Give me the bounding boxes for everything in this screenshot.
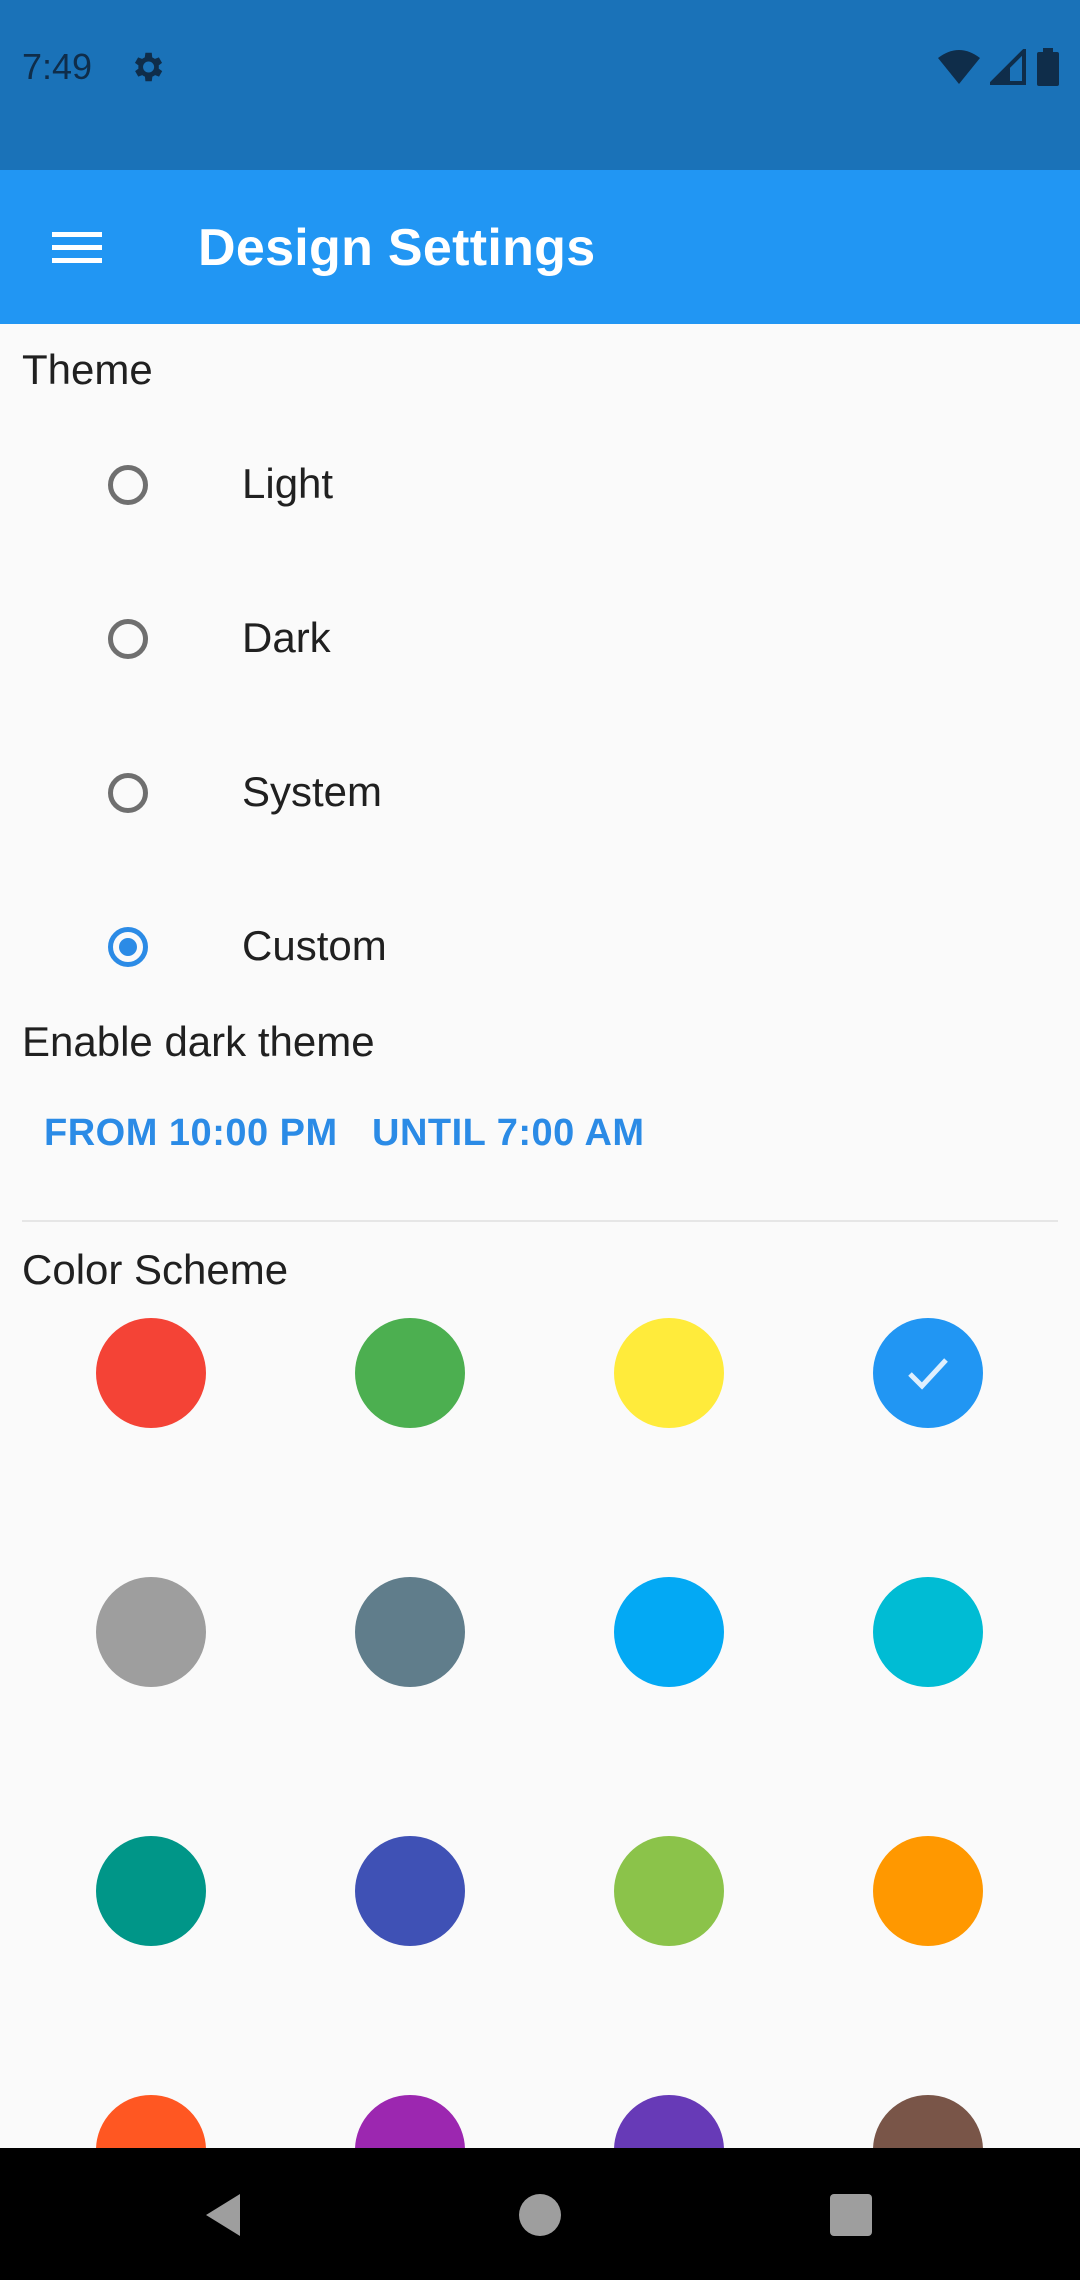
dark-theme-heading: Enable dark theme	[22, 1018, 375, 1065]
color-swatch[interactable]	[614, 2095, 724, 2148]
radio-label-dark: Dark	[242, 614, 331, 661]
color-scheme-heading: Color Scheme	[22, 1246, 289, 1293]
checkmark-icon	[908, 1358, 948, 1390]
color-swatch[interactable]	[96, 1577, 206, 1687]
color-swatch[interactable]	[355, 1577, 465, 1687]
color-swatch[interactable]	[355, 2095, 465, 2148]
navigation-bar	[0, 2148, 1080, 2280]
color-swatch[interactable]	[614, 1318, 724, 1428]
recents-icon[interactable]	[826, 2190, 876, 2240]
wifi-icon	[938, 50, 980, 84]
color-swatch[interactable]	[96, 1318, 206, 1428]
app-bar: Design Settings	[0, 170, 1080, 324]
settings-content: Theme Light Dark System Custom Enable da…	[0, 324, 1080, 2148]
color-swatch[interactable]	[873, 2095, 983, 2148]
status-time: 7:49	[22, 46, 93, 87]
color-swatch[interactable]	[873, 1577, 983, 1687]
color-swatch[interactable]	[96, 1836, 206, 1946]
hamburger-menu-icon[interactable]	[48, 220, 106, 274]
radio-system[interactable]	[108, 773, 148, 813]
page-title: Design Settings	[198, 219, 596, 277]
radio-label-light: Light	[242, 460, 334, 507]
color-swatch[interactable]	[96, 2095, 206, 2148]
back-icon[interactable]	[200, 2190, 250, 2240]
radio-dark[interactable]	[108, 619, 148, 659]
theme-option-custom[interactable]: Custom	[0, 870, 1080, 1024]
color-swatch[interactable]	[873, 1318, 983, 1428]
radio-label-custom: Custom	[242, 922, 387, 969]
signal-icon	[990, 49, 1026, 85]
theme-option-system[interactable]: System	[0, 716, 1080, 870]
section-divider	[22, 1220, 1058, 1222]
radio-custom[interactable]	[108, 927, 148, 967]
dark-theme-until-button[interactable]: UNTIL 7:00 AM	[372, 1112, 645, 1155]
home-icon[interactable]	[515, 2190, 565, 2240]
color-swatch[interactable]	[355, 1318, 465, 1428]
theme-heading: Theme	[22, 346, 153, 393]
radio-light[interactable]	[108, 465, 148, 505]
color-swatch[interactable]	[873, 1836, 983, 1946]
radio-label-system: System	[242, 768, 383, 815]
color-swatch[interactable]	[355, 1836, 465, 1946]
color-swatch[interactable]	[614, 1577, 724, 1687]
theme-option-light[interactable]: Light	[0, 408, 1080, 562]
dark-theme-from-button[interactable]: FROM 10:00 PM	[44, 1112, 338, 1155]
battery-icon	[1037, 48, 1059, 86]
gear-icon	[134, 52, 163, 82]
status-bar: 7:49	[0, 0, 1080, 170]
color-swatch[interactable]	[614, 1836, 724, 1946]
theme-option-dark[interactable]: Dark	[0, 562, 1080, 716]
